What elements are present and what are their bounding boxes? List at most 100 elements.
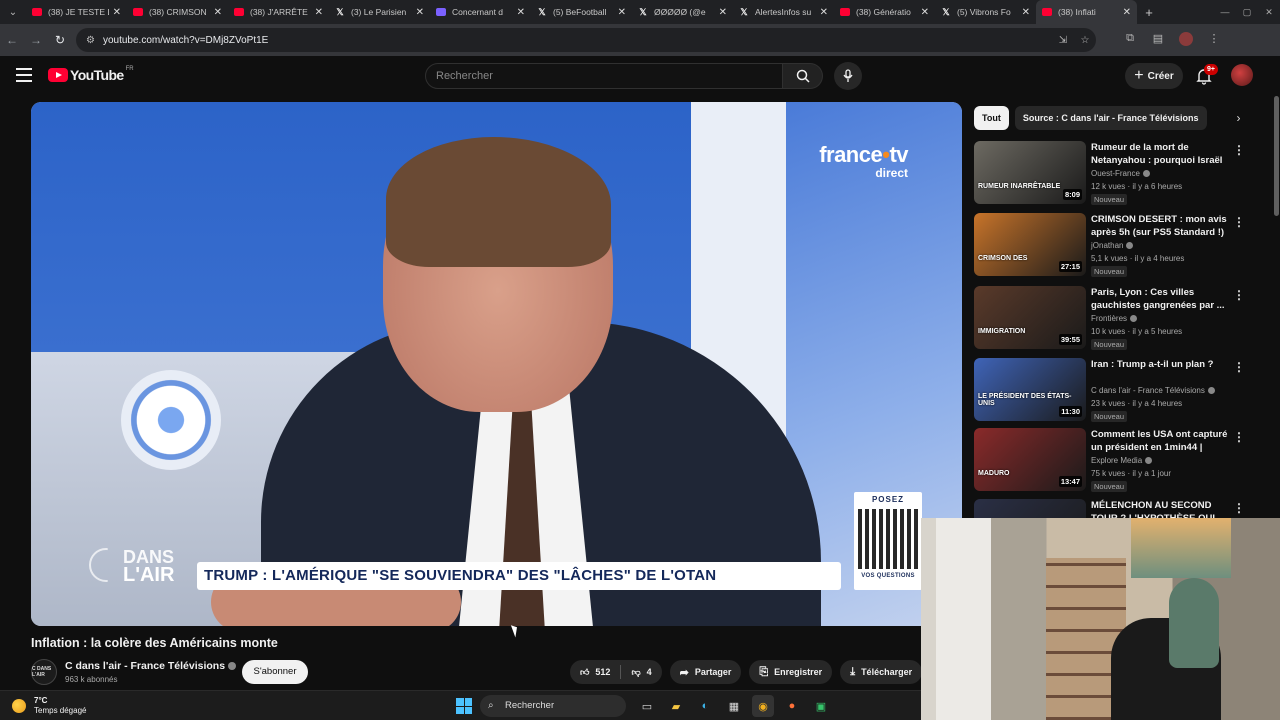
recommended-title[interactable]: MÉLENCHON AU SECOND TOUR ? L'HYPOTHÈSE Q… [1091, 499, 1233, 518]
tab-search-icon[interactable]: ⌄ [0, 0, 26, 24]
more-options-icon[interactable]: ⋮ [1233, 430, 1245, 444]
maximize-icon[interactable]: ▢ [1236, 0, 1258, 24]
tab-title[interactable]: (38) J'ARRÊTE [250, 7, 311, 17]
taskbar-search[interactable]: ⌕ Rechercher [480, 695, 626, 717]
close-window-icon[interactable]: ✕ [1258, 0, 1280, 24]
voice-search-button[interactable] [834, 62, 862, 90]
like-button[interactable]: 👍︎ 512 [570, 660, 620, 684]
tab-title[interactable]: (3) Le Parisien [351, 7, 412, 17]
create-button[interactable]: + Créer [1125, 63, 1183, 89]
recommended-channel[interactable]: jOnathan [1091, 241, 1134, 250]
url-field[interactable]: ⚙ youtube.com/watch?v=DMj8ZVoPt1E ⇲ ☆ [76, 28, 1096, 52]
extensions-icon[interactable]: ⧉ [1116, 32, 1144, 49]
close-tab-icon[interactable]: ✕ [820, 7, 828, 18]
install-app-icon[interactable]: ⇲ [1052, 35, 1074, 46]
channel-avatar[interactable]: C DANS L'AIR [31, 659, 57, 685]
tab-title[interactable]: (38) CRIMSON [149, 7, 210, 17]
close-tab-icon[interactable]: ✕ [113, 7, 121, 18]
more-options-icon[interactable]: ⋮ [1233, 143, 1245, 157]
menu-icon[interactable] [16, 68, 32, 82]
firefox-icon[interactable]: ● [781, 695, 803, 717]
recommended-channel-name[interactable]: C dans l'air - France Télévisions [1091, 386, 1205, 395]
channel-name[interactable]: C dans l'air - France Télévisions [65, 660, 237, 672]
new-tab-button[interactable]: + [1137, 5, 1161, 20]
browser-tab[interactable]: 𝕏 (3) Le Parisien ✕ [329, 0, 430, 24]
task-view-icon[interactable]: ▭ [636, 695, 658, 717]
recommended-channel[interactable]: Explore Media [1091, 456, 1153, 465]
close-tab-icon[interactable]: ✕ [517, 7, 525, 18]
recommended-channel-name[interactable]: jOnathan [1091, 241, 1123, 250]
download-button[interactable]: ⤓ Télécharger [840, 660, 923, 684]
recommended-title[interactable]: Iran : Trump a-t-il un plan ? [1091, 358, 1233, 384]
recommended-video[interactable]: CRIMSON DES 27:15 CRIMSON DESERT : mon avi… [974, 213, 1254, 277]
close-tab-icon[interactable]: ✕ [618, 7, 626, 18]
video-thumbnail[interactable]: LE PRÉSIDENT DES ÉTATS-UNIS 11:30 [974, 358, 1086, 421]
chrome-icon[interactable]: ◉ [752, 695, 774, 717]
recommended-video[interactable]: MÉLENCHON AU SECOND TOUR ? L'HYPOTHÈSE Q… [974, 499, 1254, 518]
minimize-icon[interactable]: — [1214, 0, 1236, 24]
browser-tab[interactable]: (38) JE TESTE L ✕ [26, 0, 127, 24]
chip-all[interactable]: Tout [974, 106, 1009, 130]
tab-title[interactable]: ØØØØØ (@e [654, 7, 715, 17]
tab-title[interactable]: (38) Inflati [1058, 7, 1119, 17]
tab-title[interactable]: (5) Vibrons Fo [957, 7, 1018, 17]
page-scrollbar[interactable] [1274, 96, 1279, 216]
dislike-button[interactable]: 👎︎ 4 [621, 660, 661, 684]
search-input[interactable]: Rechercher [425, 63, 783, 89]
recommended-video[interactable]: RUMEUR INARRÊTABLE 8:09 Rumeur de la mort … [974, 141, 1254, 205]
tab-title[interactable]: Concernant d [452, 7, 513, 17]
bookmark-star-icon[interactable]: ☆ [1074, 35, 1096, 46]
file-explorer-icon[interactable]: ▰ [665, 695, 687, 717]
tab-title[interactable]: AlertesInfos su [755, 7, 816, 17]
more-options-icon[interactable]: ⋮ [1233, 215, 1245, 229]
channel-name-text[interactable]: C dans l'air - France Télévisions [65, 660, 225, 672]
save-button[interactable]: ⎘ Enregistrer [749, 660, 833, 684]
recommended-title[interactable]: Comment les USA ont capturé un président… [1091, 428, 1233, 454]
browser-tab[interactable]: 𝕏 ØØØØØ (@e ✕ [632, 0, 733, 24]
browser-tab[interactable]: (38) Génératio ✕ [834, 0, 935, 24]
more-options-icon[interactable]: ⋮ [1233, 501, 1245, 515]
browser-tab[interactable]: (38) CRIMSON ✕ [127, 0, 228, 24]
more-options-icon[interactable]: ⋮ [1233, 360, 1245, 374]
recommended-channel-name[interactable]: Explore Media [1091, 456, 1142, 465]
browser-menu-icon[interactable]: ⋮ [1200, 32, 1228, 49]
browser-tab[interactable]: 𝕏 (5) BeFootball ✕ [531, 0, 632, 24]
tab-title[interactable]: (5) BeFootball [553, 7, 614, 17]
recommended-title[interactable]: Paris, Lyon : Ces villes gauchistes gang… [1091, 286, 1233, 312]
browser-tab[interactable]: 𝕏 (5) Vibrons Fo ✕ [935, 0, 1036, 24]
video-thumbnail[interactable]: MADURO 13:47 [974, 428, 1086, 491]
site-info-icon[interactable]: ⚙ [86, 35, 95, 46]
more-options-icon[interactable]: ⋮ [1233, 288, 1245, 302]
recommended-channel-name[interactable]: Ouest-France [1091, 169, 1140, 178]
tab-title[interactable]: (38) JE TESTE L [48, 7, 109, 17]
video-thumbnail[interactable]: IMMIGRATION 39:55 [974, 286, 1086, 349]
close-tab-icon[interactable]: ✕ [921, 7, 929, 18]
video-thumbnail[interactable] [974, 499, 1086, 518]
profile-icon[interactable] [1172, 31, 1200, 49]
recommended-channel[interactable]: C dans l'air - France Télévisions [1091, 386, 1215, 395]
browser-tab[interactable]: (38) Inflati ✕ [1036, 0, 1137, 24]
chip-source[interactable]: Source : C dans l'air - France Télévisio… [1014, 106, 1207, 130]
recommended-title[interactable]: CRIMSON DESERT : mon avis après 5h (sur … [1091, 213, 1233, 239]
recommended-title[interactable]: Rumeur de la mort de Netanyahou : pourqu… [1091, 141, 1233, 167]
sidebar-icon[interactable]: ▤ [1144, 32, 1172, 49]
recommended-channel-name[interactable]: Frontières [1091, 314, 1127, 323]
browser-tab[interactable]: Concernant d ✕ [430, 0, 531, 24]
recommended-channel[interactable]: Ouest-France [1091, 169, 1150, 178]
browser-tab[interactable]: 𝕏 AlertesInfos su ✕ [733, 0, 834, 24]
recommended-channel[interactable]: Frontières [1091, 314, 1138, 323]
url-text[interactable]: youtube.com/watch?v=DMj8ZVoPt1E [103, 35, 1052, 46]
search-button[interactable] [783, 63, 823, 89]
video-thumbnail[interactable]: RUMEUR INARRÊTABLE 8:09 [974, 141, 1086, 204]
back-icon[interactable]: ← [0, 33, 24, 47]
subscribe-button[interactable]: S'abonner [242, 660, 308, 684]
close-tab-icon[interactable]: ✕ [1022, 7, 1030, 18]
account-avatar[interactable] [1231, 64, 1253, 86]
store-icon[interactable]: ▦ [723, 695, 745, 717]
reload-icon[interactable]: ↻ [48, 33, 72, 47]
recommended-video[interactable]: MADURO 13:47 Comment les USA ont capturé u… [974, 428, 1254, 492]
close-tab-icon[interactable]: ✕ [416, 7, 424, 18]
share-button[interactable]: ➦ Partager [669, 660, 742, 684]
windows-start-icon[interactable] [456, 698, 472, 714]
close-tab-icon[interactable]: ✕ [315, 7, 323, 18]
